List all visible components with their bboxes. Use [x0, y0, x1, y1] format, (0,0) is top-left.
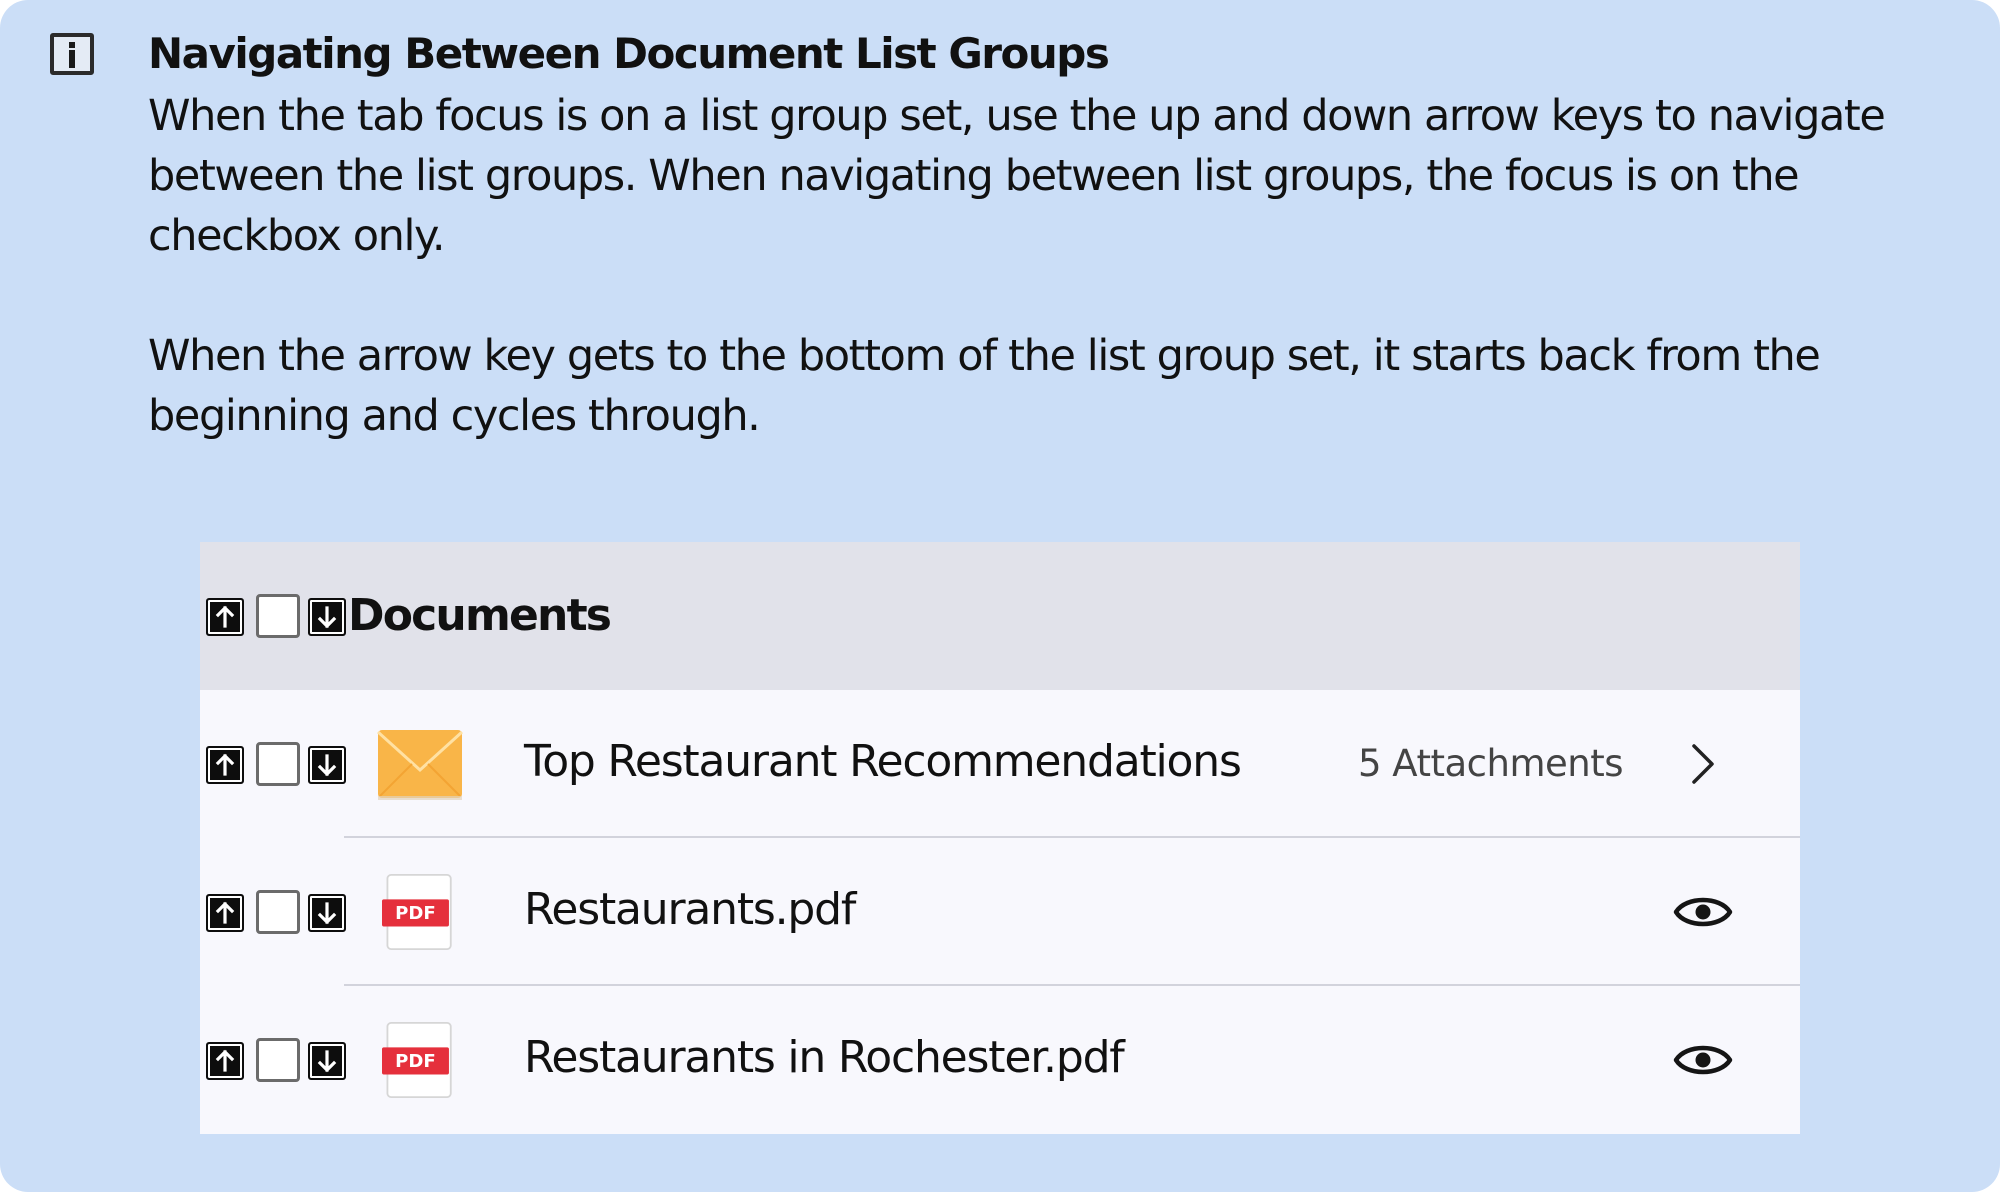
info-text: Navigating Between Document List Groups … [148, 22, 1948, 446]
chevron-right-icon[interactable] [1680, 740, 1726, 788]
eye-icon[interactable] [1672, 888, 1734, 936]
row-controls [206, 742, 350, 786]
info-panel: Navigating Between Document List Groups … [0, 0, 2000, 1192]
list-item-pdf[interactable]: PDF Restaurants.pdf [200, 838, 1800, 986]
arrow-up-key-icon [206, 746, 244, 784]
arrow-down-key-icon [308, 746, 346, 784]
row-controls [206, 1038, 350, 1082]
list-group-header: Documents [200, 542, 1800, 690]
envelope-icon [376, 730, 464, 800]
info-paragraph-2: When the arrow key gets to the bottom of… [148, 331, 1821, 441]
row-divider [344, 984, 1800, 986]
info-paragraph-1: When the tab focus is on a list group se… [148, 91, 1886, 261]
info-title: Navigating Between Document List Groups [148, 29, 1110, 78]
pdf-file-icon: PDF [382, 874, 452, 950]
row-controls [206, 890, 350, 934]
arrow-up-key-icon [206, 894, 244, 932]
info-icon [50, 33, 94, 75]
pdf-file-icon: PDF [382, 1022, 452, 1098]
arrow-up-key-icon [206, 598, 244, 636]
row-checkbox[interactable] [256, 890, 300, 934]
arrow-down-key-icon [308, 598, 346, 636]
pdf-badge: PDF [395, 1051, 436, 1072]
file-name: Restaurants in Rochester.pdf [524, 1032, 1125, 1083]
arrow-down-key-icon [308, 894, 346, 932]
header-controls [206, 594, 350, 638]
document-list-group-set: Documents Top Restaurant Recommendations [200, 542, 1800, 1134]
pdf-badge: PDF [395, 903, 436, 924]
attachments-count: 5 Attachments [1358, 742, 1623, 785]
eye-icon[interactable] [1672, 1036, 1734, 1084]
header-checkbox[interactable] [256, 594, 300, 638]
row-divider [344, 836, 1800, 838]
row-checkbox[interactable] [256, 1038, 300, 1082]
arrow-up-key-icon [206, 1042, 244, 1080]
email-subject: Top Restaurant Recommendations [524, 736, 1242, 787]
row-checkbox[interactable] [256, 742, 300, 786]
list-item-email[interactable]: Top Restaurant Recommendations 5 Attachm… [200, 690, 1800, 838]
arrow-down-key-icon [308, 1042, 346, 1080]
list-item-pdf[interactable]: PDF Restaurants in Rochester.pdf [200, 986, 1800, 1134]
list-group-title: Documents [348, 590, 612, 641]
file-name: Restaurants.pdf [524, 884, 856, 935]
